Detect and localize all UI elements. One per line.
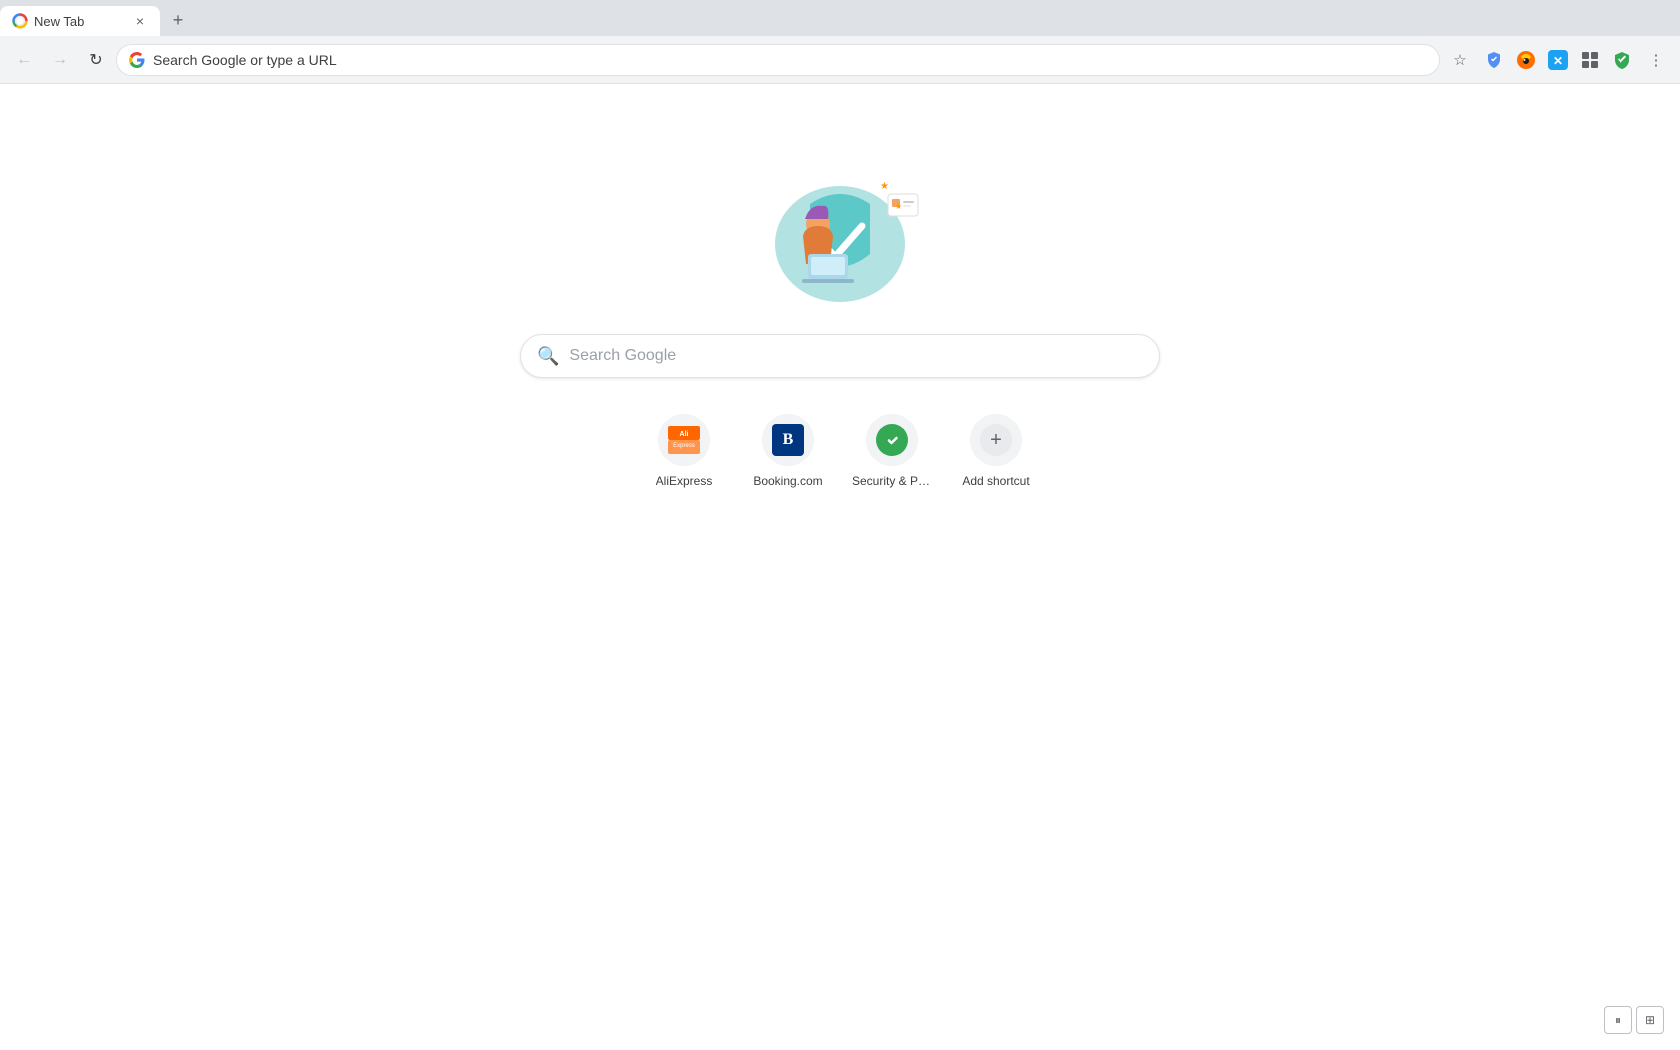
search-placeholder: Search Google — [569, 347, 676, 365]
hero-illustration: ★ ★ — [740, 164, 940, 314]
aliexpress-icon-bg: Ali Express — [658, 414, 710, 466]
back-icon: ← — [16, 51, 32, 69]
shortcut-security[interactable]: Security & Priv... — [852, 414, 932, 488]
active-tab[interactable]: New Tab × — [0, 6, 160, 36]
security-checkmark-icon — [876, 424, 908, 456]
svg-text:✕: ✕ — [1553, 54, 1563, 68]
tab-title: New Tab — [34, 14, 126, 29]
toolbar: ← → ↻ Search Google or type a URL ☆ — [0, 36, 1680, 84]
add-shortcut-label: Add shortcut — [962, 474, 1029, 488]
bookmark-button[interactable]: ☆ — [1444, 44, 1476, 76]
add-shortcut-icon-bg: + — [970, 414, 1022, 466]
booking-icon-bg: B — [762, 414, 814, 466]
security-icon-bg — [866, 414, 918, 466]
toolbar-actions: ☆ ✕ — [1444, 44, 1672, 76]
tab-bar: New Tab × + — [0, 0, 1680, 36]
security-label: Security & Priv... — [852, 474, 932, 488]
shortcuts-container: Ali Express AliExpress B Booking.com — [644, 414, 1036, 488]
address-text: Search Google or type a URL — [153, 52, 1427, 68]
extension-grid-icon[interactable] — [1576, 46, 1604, 74]
extension-fox-icon[interactable] — [1512, 46, 1540, 74]
svg-text:Ali: Ali — [680, 431, 689, 438]
extension-shield-icon[interactable] — [1480, 46, 1508, 74]
refresh-icon: ↻ — [89, 50, 102, 70]
forward-icon: → — [52, 51, 68, 69]
page-content: ★ ★ 🔍 Search Google Ali — [0, 84, 1680, 1050]
bottom-controls: ⏸ ⊞ — [1604, 1006, 1664, 1034]
tab-favicon — [12, 13, 28, 29]
new-tab-button[interactable]: + — [164, 6, 192, 34]
extension-guard-icon[interactable] — [1608, 46, 1636, 74]
tab-close-button[interactable]: × — [132, 13, 148, 29]
customize-icon: ⊞ — [1645, 1013, 1655, 1027]
customize-button[interactable]: ⊞ — [1636, 1006, 1664, 1034]
menu-button[interactable]: ⋮ — [1640, 44, 1672, 76]
search-icon: 🔍 — [537, 346, 559, 367]
svg-text:★: ★ — [880, 181, 889, 192]
booking-letter-icon: B — [772, 424, 804, 456]
refresh-button[interactable]: ↻ — [80, 44, 112, 76]
shortcut-aliexpress[interactable]: Ali Express AliExpress — [644, 414, 724, 488]
extension-x-icon[interactable]: ✕ — [1544, 46, 1572, 74]
shortcut-add[interactable]: + Add shortcut — [956, 414, 1036, 488]
search-bar[interactable]: 🔍 Search Google — [520, 334, 1160, 378]
google-icon — [129, 52, 145, 68]
svg-text:Express: Express — [673, 443, 695, 449]
address-bar[interactable]: Search Google or type a URL — [116, 44, 1440, 76]
shortcut-booking[interactable]: B Booking.com — [748, 414, 828, 488]
add-plus-icon: + — [980, 424, 1012, 456]
search-container: 🔍 Search Google — [520, 334, 1160, 378]
pause-button[interactable]: ⏸ — [1604, 1006, 1632, 1034]
back-button[interactable]: ← — [8, 44, 40, 76]
pause-icon: ⏸ — [1615, 1013, 1621, 1028]
booking-label: Booking.com — [753, 474, 822, 488]
forward-button[interactable]: → — [44, 44, 76, 76]
bookmark-icon: ☆ — [1453, 51, 1466, 69]
menu-icon: ⋮ — [1649, 51, 1664, 69]
svg-text:★: ★ — [895, 202, 902, 211]
aliexpress-label: AliExpress — [656, 474, 713, 488]
